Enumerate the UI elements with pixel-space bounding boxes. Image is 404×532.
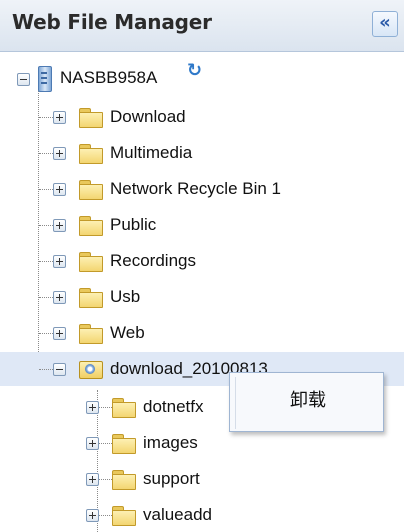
folder-label: support	[143, 469, 200, 488]
folder-icon	[79, 288, 103, 308]
folder-label: Multimedia	[110, 143, 193, 162]
folder-icon	[79, 108, 103, 128]
folder-icon	[79, 216, 103, 236]
context-menu: 卸载	[229, 372, 384, 432]
folder-label: Web	[110, 323, 145, 342]
web-file-manager-panel: Web File Manager « NASBB958A ↻ Download	[0, 0, 404, 532]
tree-folder-row[interactable]: Recordings	[0, 244, 404, 278]
tree-folder-row[interactable]: Network Recycle Bin 1	[0, 172, 404, 206]
expand-toggle[interactable]	[53, 255, 66, 268]
folder-icon	[112, 434, 136, 454]
menu-item-unmount[interactable]: 卸载	[238, 379, 378, 423]
folder-label: Recordings	[110, 251, 196, 270]
folder-label: Download	[110, 107, 186, 126]
folder-icon	[79, 252, 103, 272]
folder-label: Network Recycle Bin 1	[110, 179, 282, 198]
folder-icon	[112, 398, 136, 418]
tree-folder-row[interactable]: Web	[0, 316, 404, 350]
expand-toggle[interactable]	[53, 147, 66, 160]
expand-toggle[interactable]	[53, 183, 66, 196]
expand-toggle[interactable]	[53, 327, 66, 340]
tree-root-row[interactable]: NASBB958A ↻	[0, 62, 404, 96]
expand-toggle[interactable]	[53, 219, 66, 232]
expand-toggle[interactable]	[86, 509, 99, 522]
folder-label: Usb	[110, 287, 141, 306]
expand-toggle[interactable]	[86, 437, 99, 450]
folder-icon	[79, 180, 103, 200]
tree-child-folder-row[interactable]: support	[0, 462, 404, 496]
collapse-toggle[interactable]	[17, 73, 30, 86]
tree-child-folder-row[interactable]: valueadd	[0, 498, 404, 532]
folder-label: Public	[110, 215, 157, 234]
tree-folder-row[interactable]: Multimedia	[0, 136, 404, 170]
folder-tree: NASBB958A ↻ Download Multimedia Network …	[0, 52, 404, 532]
expand-toggle[interactable]	[86, 401, 99, 414]
folder-icon	[79, 324, 103, 344]
server-label: NASBB958A	[60, 68, 158, 87]
tree-folder-row[interactable]: Download	[0, 100, 404, 134]
expand-toggle[interactable]	[53, 291, 66, 304]
tree-folder-row[interactable]: Public	[0, 208, 404, 242]
expand-toggle[interactable]	[86, 473, 99, 486]
collapse-toggle[interactable]	[53, 363, 66, 376]
folder-icon	[112, 470, 136, 490]
panel-title: Web File Manager	[12, 10, 212, 34]
expand-toggle[interactable]	[53, 111, 66, 124]
tree-folder-row[interactable]: Usb	[0, 280, 404, 314]
open-disc-folder-icon	[79, 359, 103, 379]
folder-icon	[112, 506, 136, 526]
folder-label: images	[143, 433, 198, 452]
server-icon	[38, 66, 52, 92]
refresh-icon[interactable]: ↻	[187, 62, 205, 80]
folder-label: valueadd	[143, 505, 213, 524]
folder-icon	[79, 144, 103, 164]
folder-label: dotnetfx	[143, 397, 204, 416]
collapse-panel-button[interactable]: «	[372, 11, 398, 37]
panel-header: Web File Manager «	[0, 0, 404, 52]
